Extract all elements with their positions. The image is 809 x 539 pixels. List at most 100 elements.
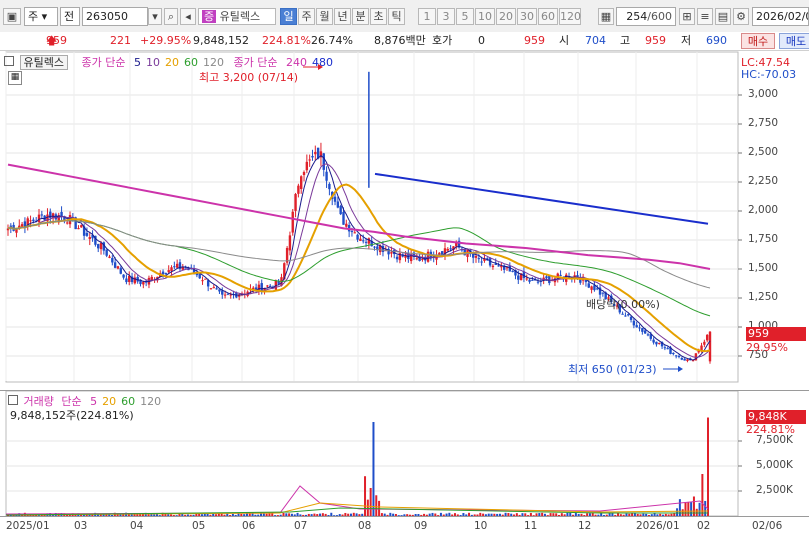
period-tab-2[interactable]: 월 xyxy=(316,8,333,25)
interval-tab-3[interactable]: 3 xyxy=(437,8,455,25)
grid-toggle-icon[interactable]: ▦ xyxy=(8,71,22,85)
candle-body xyxy=(215,288,218,290)
candle-body xyxy=(638,327,641,329)
open-value: 704 xyxy=(585,34,606,47)
volume-bar xyxy=(687,501,690,516)
candle-body xyxy=(333,196,337,202)
period-tab-1[interactable]: 주 xyxy=(298,8,315,25)
ma480-line xyxy=(374,172,709,225)
candle-body xyxy=(477,258,481,260)
code-dropdown-icon[interactable]: ▾ xyxy=(148,8,162,25)
candle-body xyxy=(342,211,345,225)
market-select[interactable]: 주 ▾ xyxy=(24,7,58,26)
x-tick: 12 xyxy=(578,520,592,532)
panel-collapse-icon[interactable] xyxy=(4,56,14,66)
count-input[interactable]: 254/600 xyxy=(616,7,676,26)
save-icon[interactable]: ▤ xyxy=(715,8,731,25)
price-chart-panel[interactable]: 유틸렉스 종가 단순 5 10 20 60 120 종가 단순 240 480 ▦ 최고 … xyxy=(0,51,809,388)
candle-body xyxy=(97,244,100,249)
interval-tab-1[interactable]: 1 xyxy=(418,8,436,25)
hc-label: HC:-70.03 xyxy=(741,68,797,81)
candle-body xyxy=(440,251,444,255)
candle-body xyxy=(204,278,207,280)
calendar-icon[interactable]: ▦ xyxy=(598,8,614,25)
speaker-icon[interactable]: ◂ xyxy=(180,8,196,25)
quote-info-bar: 959 🡅 221 +29.95% 9,848,152 224.81% 26.7… xyxy=(0,32,809,51)
candle-body xyxy=(703,341,706,345)
candle-body xyxy=(113,262,117,268)
candle-body xyxy=(201,280,204,282)
candle-body xyxy=(345,223,348,227)
period-tab-5[interactable]: 초 xyxy=(370,8,387,25)
price-y-tick: 2,000 xyxy=(748,204,779,216)
x-tick: 10 xyxy=(474,520,488,532)
price-y-tick: 2,250 xyxy=(748,175,779,187)
x-tick: 07 xyxy=(294,520,308,532)
candle-body xyxy=(294,194,297,211)
volume-collapse-icon[interactable] xyxy=(8,395,18,405)
interval-tab-10[interactable]: 10 xyxy=(475,8,495,25)
low-arrow-head xyxy=(678,366,683,372)
stock-name-box[interactable]: 증 유틸렉스 xyxy=(198,8,276,25)
stock-name: 유틸렉스 xyxy=(219,10,261,23)
candle-body xyxy=(336,201,340,208)
candle-body xyxy=(658,342,661,344)
x-tick: 2026/01 xyxy=(636,520,680,532)
gear-icon[interactable]: ⚙ xyxy=(733,8,749,25)
x-tick: 05 xyxy=(192,520,206,532)
volume-current-tag: 9,848K xyxy=(746,410,806,424)
price-y-tick: 1,250 xyxy=(748,291,779,303)
period-type-select[interactable]: 전 xyxy=(60,7,80,26)
quote-value: 0 xyxy=(478,34,485,47)
date-input[interactable]: 2026/02/06 xyxy=(752,7,809,26)
candle-body xyxy=(66,222,69,224)
candle-body xyxy=(362,240,365,242)
candle-body xyxy=(328,183,331,190)
volume-bar xyxy=(698,502,701,516)
interval-tab-20[interactable]: 20 xyxy=(496,8,516,25)
candle-body xyxy=(672,352,675,355)
volume-text: 9,848,152주(224.81%) xyxy=(10,409,134,422)
volume-bar xyxy=(684,502,687,516)
high-label: 고 xyxy=(620,34,631,47)
price-y-tick: 1,750 xyxy=(748,233,779,245)
period-tab-4[interactable]: 분 xyxy=(352,8,369,25)
interval-tab-30[interactable]: 30 xyxy=(517,8,537,25)
candle-body xyxy=(212,287,216,289)
interval-tab-60[interactable]: 60 xyxy=(538,8,558,25)
interval-tab-5[interactable]: 5 xyxy=(456,8,474,25)
candle-body xyxy=(528,279,531,282)
candle-body xyxy=(359,238,362,242)
period-tab-6[interactable]: 틱 xyxy=(388,8,405,25)
tools-icon[interactable]: ≡ xyxy=(697,8,713,25)
candle-body xyxy=(105,249,108,256)
candle-body xyxy=(170,267,173,272)
period-tab-0[interactable]: 일 xyxy=(280,8,297,25)
indicator-icon[interactable]: ⊞ xyxy=(679,8,695,25)
candle-body xyxy=(364,241,368,243)
period-tab-3[interactable]: 년 xyxy=(334,8,351,25)
volume-bar xyxy=(676,508,679,516)
sell-button[interactable]: 매도 xyxy=(779,33,809,49)
chart-type-icon[interactable]: ▣ xyxy=(3,8,21,25)
code-input[interactable]: 263050 xyxy=(82,7,148,26)
candle-body xyxy=(601,292,605,294)
candle-body xyxy=(536,281,540,283)
candle-body xyxy=(80,225,83,228)
high-value: 959 xyxy=(645,34,666,47)
volume-y-tick: 7,500K xyxy=(756,434,793,446)
buy-button[interactable]: 매수 xyxy=(741,33,775,49)
interval-tab-120[interactable]: 120 xyxy=(559,8,581,25)
volume-chart-panel[interactable]: 거래량 단순 5 20 60 120 9,848,152주(224.81%) 9,84… xyxy=(0,390,809,517)
search-icon[interactable]: ⌕ xyxy=(164,8,178,25)
volume-bar xyxy=(366,499,369,516)
price-chart[interactable] xyxy=(0,51,809,388)
price-panel-header: 유틸렉스 종가 단순 5 10 20 60 120 종가 단순 240 480 xyxy=(4,54,333,70)
volume-ma5-line xyxy=(5,485,709,515)
candle-body xyxy=(480,261,483,263)
ma-period-20: 20 xyxy=(164,56,179,69)
candle-body xyxy=(641,328,644,332)
volume-bar xyxy=(695,508,698,516)
x-tick: 11 xyxy=(524,520,538,532)
period-type-value: 전 xyxy=(64,10,75,23)
